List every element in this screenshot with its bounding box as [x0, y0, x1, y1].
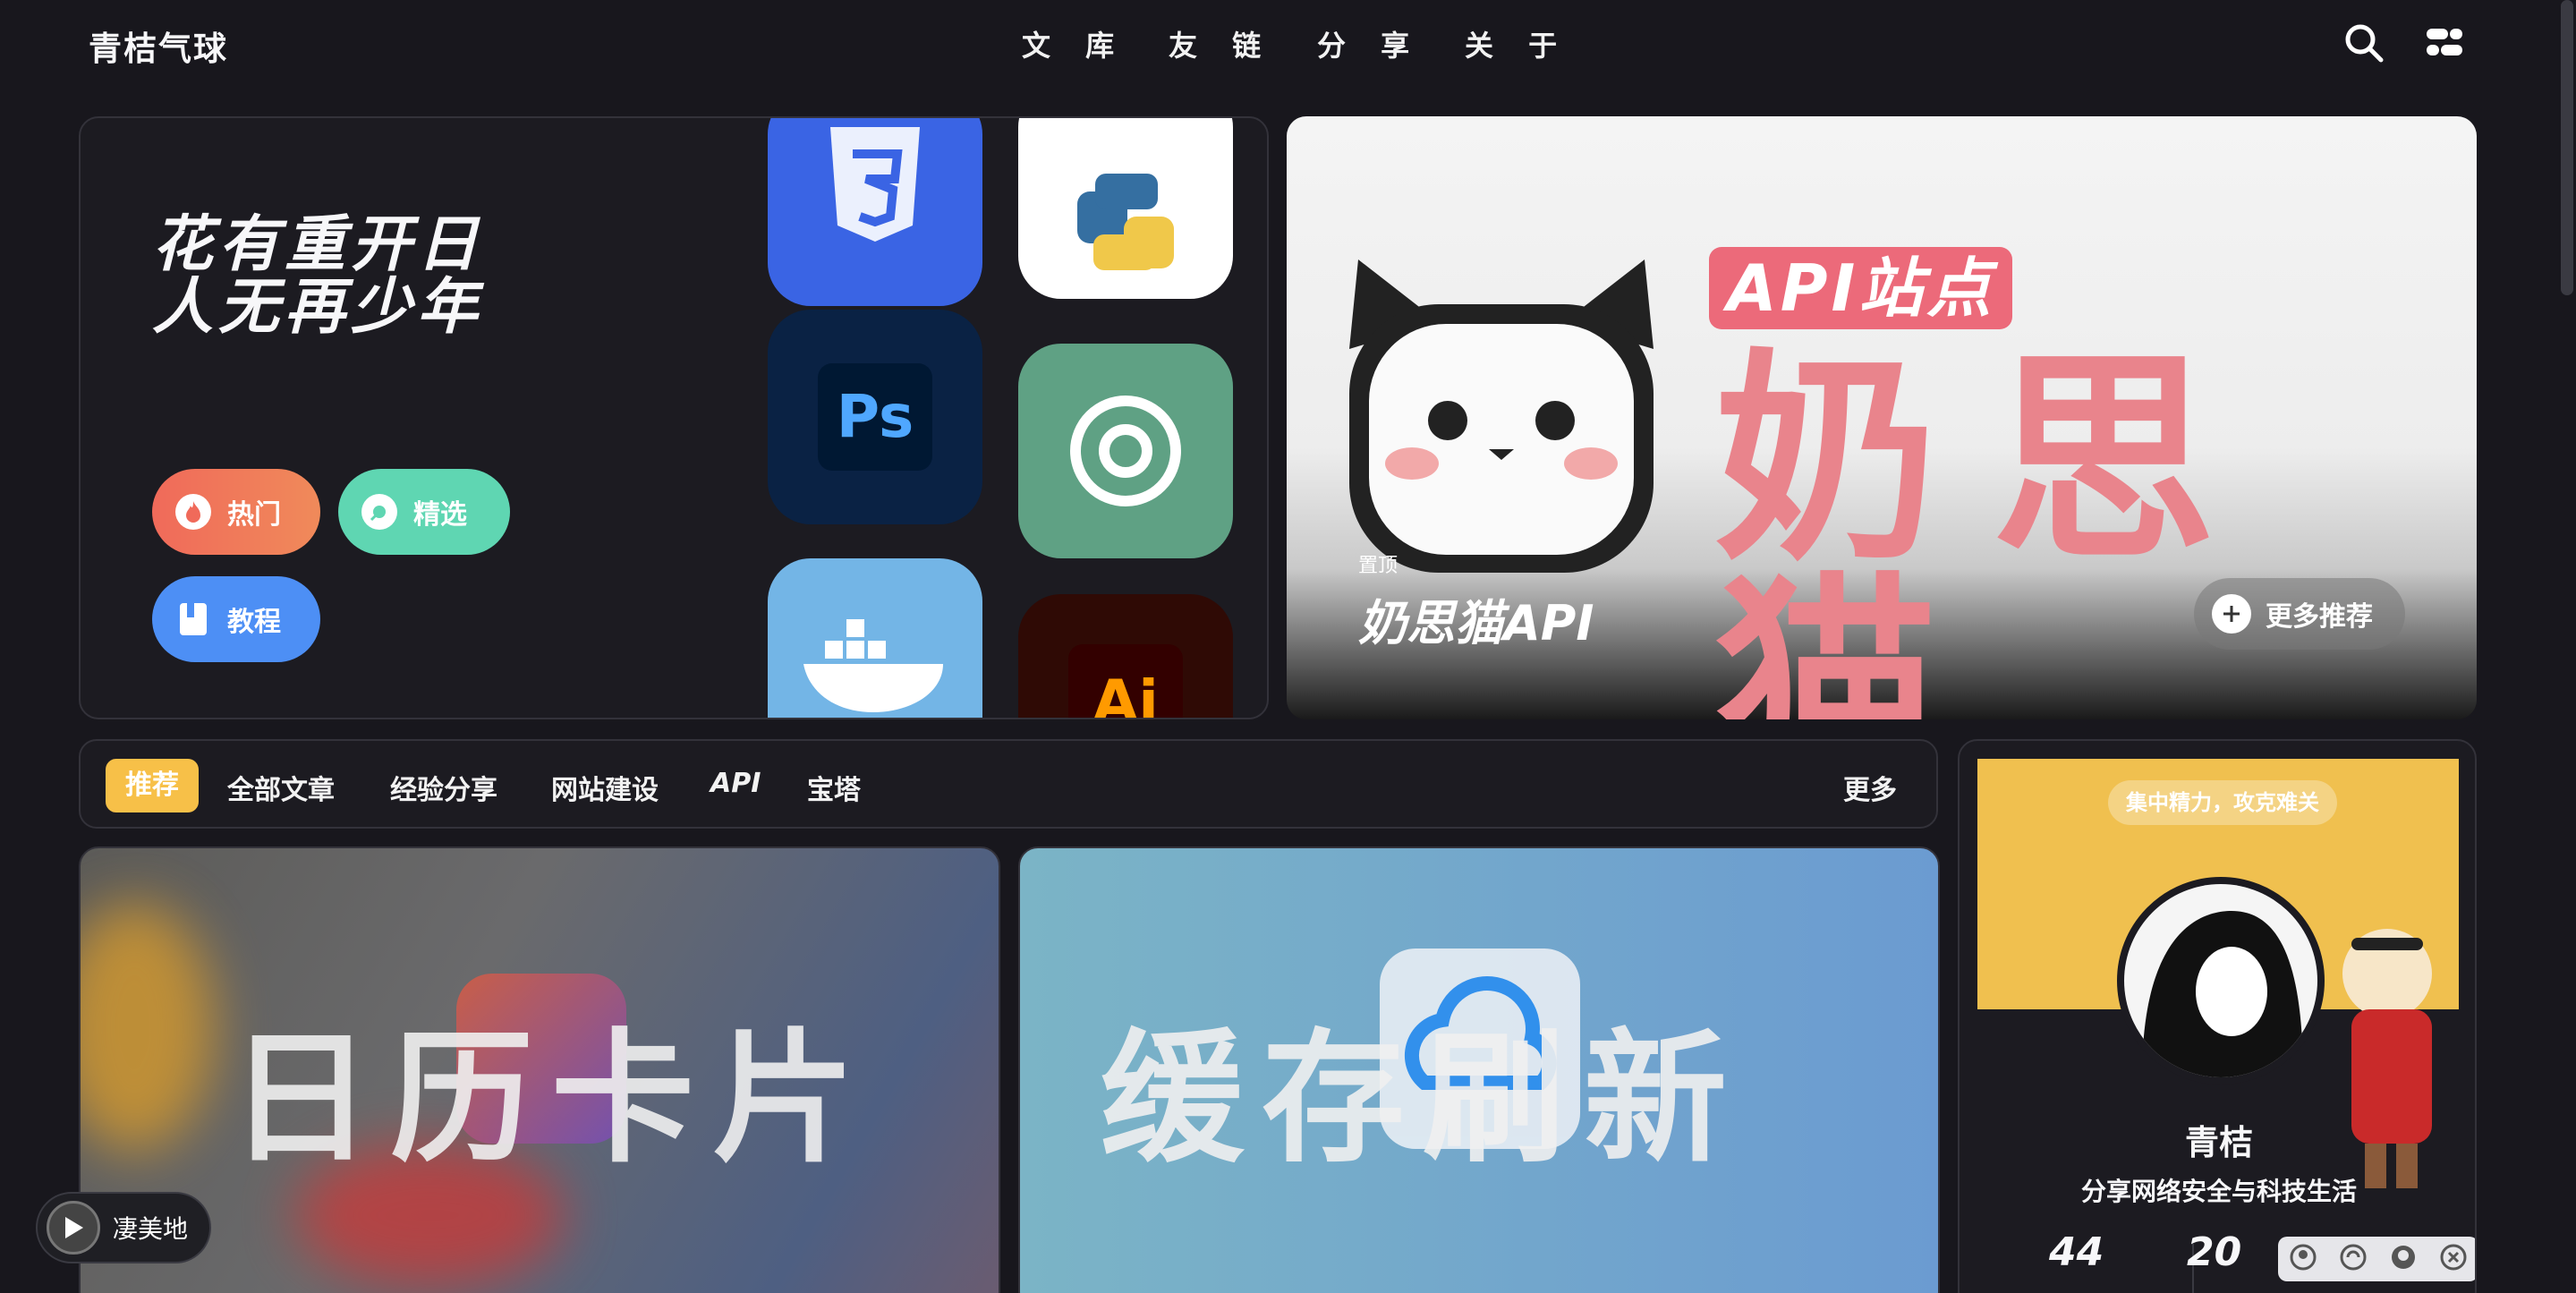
site-logo[interactable]: 青桔气球 [89, 21, 228, 70]
github-icon[interactable] [2389, 1243, 2418, 1275]
author-name: 青桔 [2184, 1123, 2253, 1162]
featured-title[interactable]: 奶思猫API [1358, 583, 1594, 654]
more-recommend-label: 更多推荐 [2266, 601, 2373, 633]
photoshop-tile[interactable]: Ps [768, 310, 982, 524]
stat-tags-label: 标签 [2189, 1287, 2232, 1293]
post-card[interactable]: 日历卡片 [79, 846, 1000, 1293]
featured-pill-label: 精选 [413, 499, 467, 531]
social-links-bar [2278, 1237, 2475, 1281]
avatar[interactable] [2117, 877, 2325, 1085]
openai-tile[interactable] [1018, 344, 1233, 558]
author-card: 集中精力，攻克难关 青桔 分享网络安全与科技生活 44 20 文章 标签 分类 [1958, 739, 2477, 1293]
plus-icon [2212, 594, 2251, 634]
category-more-link[interactable]: 更多 [1843, 768, 1897, 807]
post-card[interactable]: 缓存刷新 [1018, 846, 1940, 1293]
featured-cover-badge: API站点 [1709, 247, 2013, 329]
close-icon[interactable] [2439, 1243, 2468, 1275]
fire-icon [175, 494, 211, 530]
category-tab-recommend[interactable]: 推荐 [106, 759, 199, 812]
top-nav: 青桔气球 文 库 友 链 分 享 关 于 [0, 0, 2576, 89]
featured-cover-text: 奶思猫 [1714, 330, 2269, 720]
category-bar: 推荐 全部文章 经验分享 网站建设 API 宝塔 更多 [79, 739, 1938, 829]
hot-pill-button[interactable]: 热门 [152, 469, 320, 555]
nav-link-library[interactable]: 文 库 [1022, 23, 1126, 64]
featured-pill-button[interactable]: 精选 [338, 469, 510, 555]
book-icon [175, 601, 211, 637]
search-icon[interactable] [2342, 21, 2385, 64]
cat-illustration [1314, 242, 1698, 585]
music-title: 凄美地 [113, 1214, 189, 1244]
author-motto: 集中精力，攻克难关 [2108, 780, 2337, 825]
slogan-line-2: 人无再少年 [152, 272, 484, 343]
author-description: 分享网络安全与科技生活 [2080, 1177, 2357, 1206]
illustrator-tile[interactable]: Ai [1018, 594, 1233, 718]
menu-icon[interactable] [2423, 21, 2466, 64]
category-tab-baota[interactable]: 宝塔 [807, 768, 861, 807]
nav-link-about[interactable]: 关 于 [1465, 23, 1569, 64]
rocket-icon [361, 494, 397, 530]
category-tab-experience[interactable]: 经验分享 [390, 768, 497, 807]
category-tab-website[interactable]: 网站建设 [551, 768, 659, 807]
category-tab-all[interactable]: 全部文章 [227, 768, 335, 807]
featured-post-card[interactable]: 奶思猫 API站点 置顶 奶思猫API 更多推荐 [1287, 116, 2477, 719]
category-tab-api[interactable]: API [710, 768, 761, 799]
slogan-line-1: 花有重开日 [152, 209, 484, 280]
nav-link-friends[interactable]: 友 链 [1169, 23, 1273, 64]
music-player[interactable]: 凄美地 [36, 1192, 211, 1263]
hot-pill-label: 热门 [227, 499, 281, 531]
post-cover-text: 日历卡片 [229, 1015, 874, 1182]
tutorial-pill-label: 教程 [227, 607, 281, 638]
refresh-icon[interactable] [2339, 1243, 2368, 1275]
post-cover-text: 缓存刷新 [1101, 1015, 1746, 1182]
more-recommend-button[interactable]: 更多推荐 [2194, 578, 2405, 650]
css3-tile[interactable] [768, 118, 982, 306]
tutorial-pill-button[interactable]: 教程 [152, 576, 320, 662]
hero-intro-card: 花有重开日 人无再少年 热门 精选 教程 Ps Ai [79, 116, 1269, 719]
play-icon[interactable] [47, 1201, 100, 1255]
stat-tags-value: 20 [2187, 1229, 2242, 1275]
user-icon[interactable] [2289, 1243, 2317, 1275]
docker-tile[interactable] [768, 558, 982, 718]
stat-posts-label: 文章 [2047, 1287, 2090, 1293]
scrollbar[interactable] [2561, 0, 2573, 295]
stat-categories-label: 分类 [2330, 1287, 2373, 1293]
featured-tag: 置顶 [1358, 555, 1399, 577]
python-tile[interactable] [1018, 118, 1233, 299]
nav-link-share[interactable]: 分 享 [1317, 23, 1422, 64]
stat-posts-value: 44 [2049, 1229, 2104, 1275]
